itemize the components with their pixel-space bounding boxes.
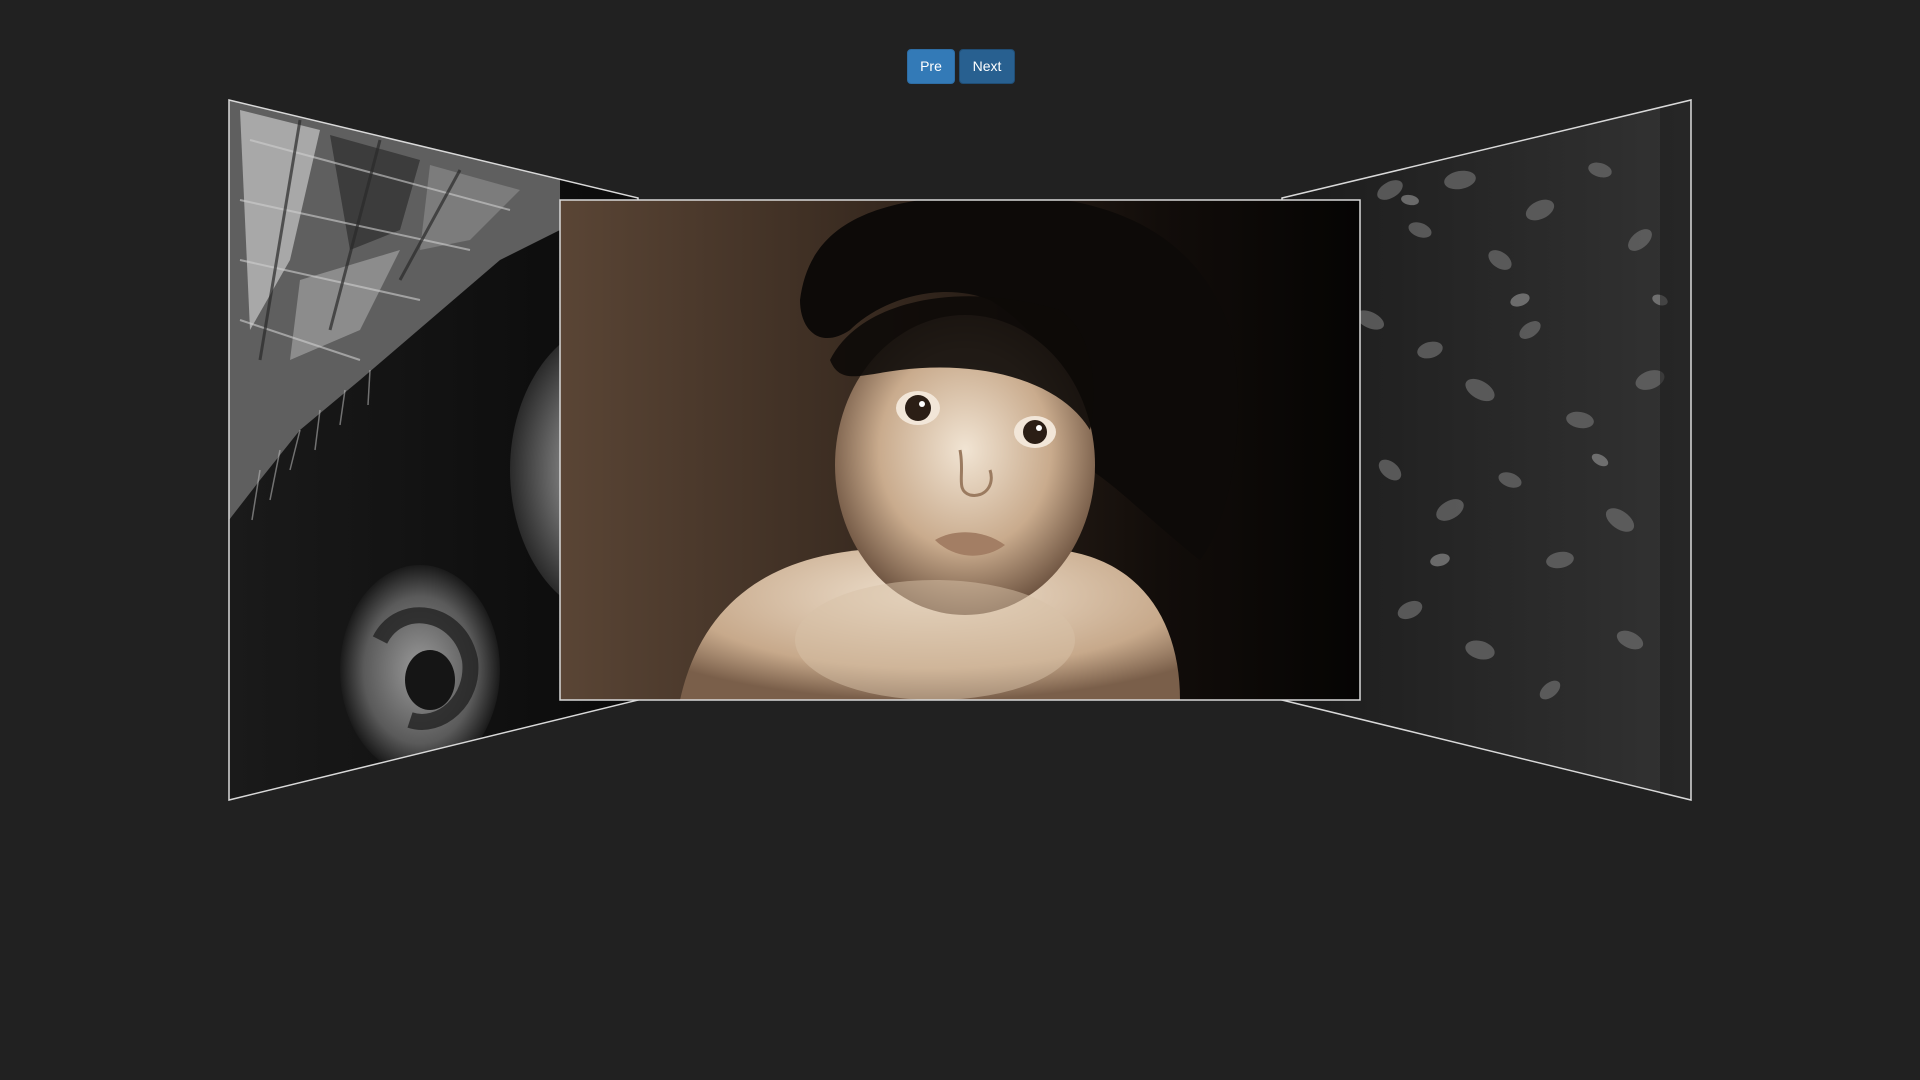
carousel-gallery [228, 99, 1692, 801]
carousel-stage: Pre Next [0, 0, 1920, 1080]
slide-center[interactable] [560, 195, 1360, 700]
